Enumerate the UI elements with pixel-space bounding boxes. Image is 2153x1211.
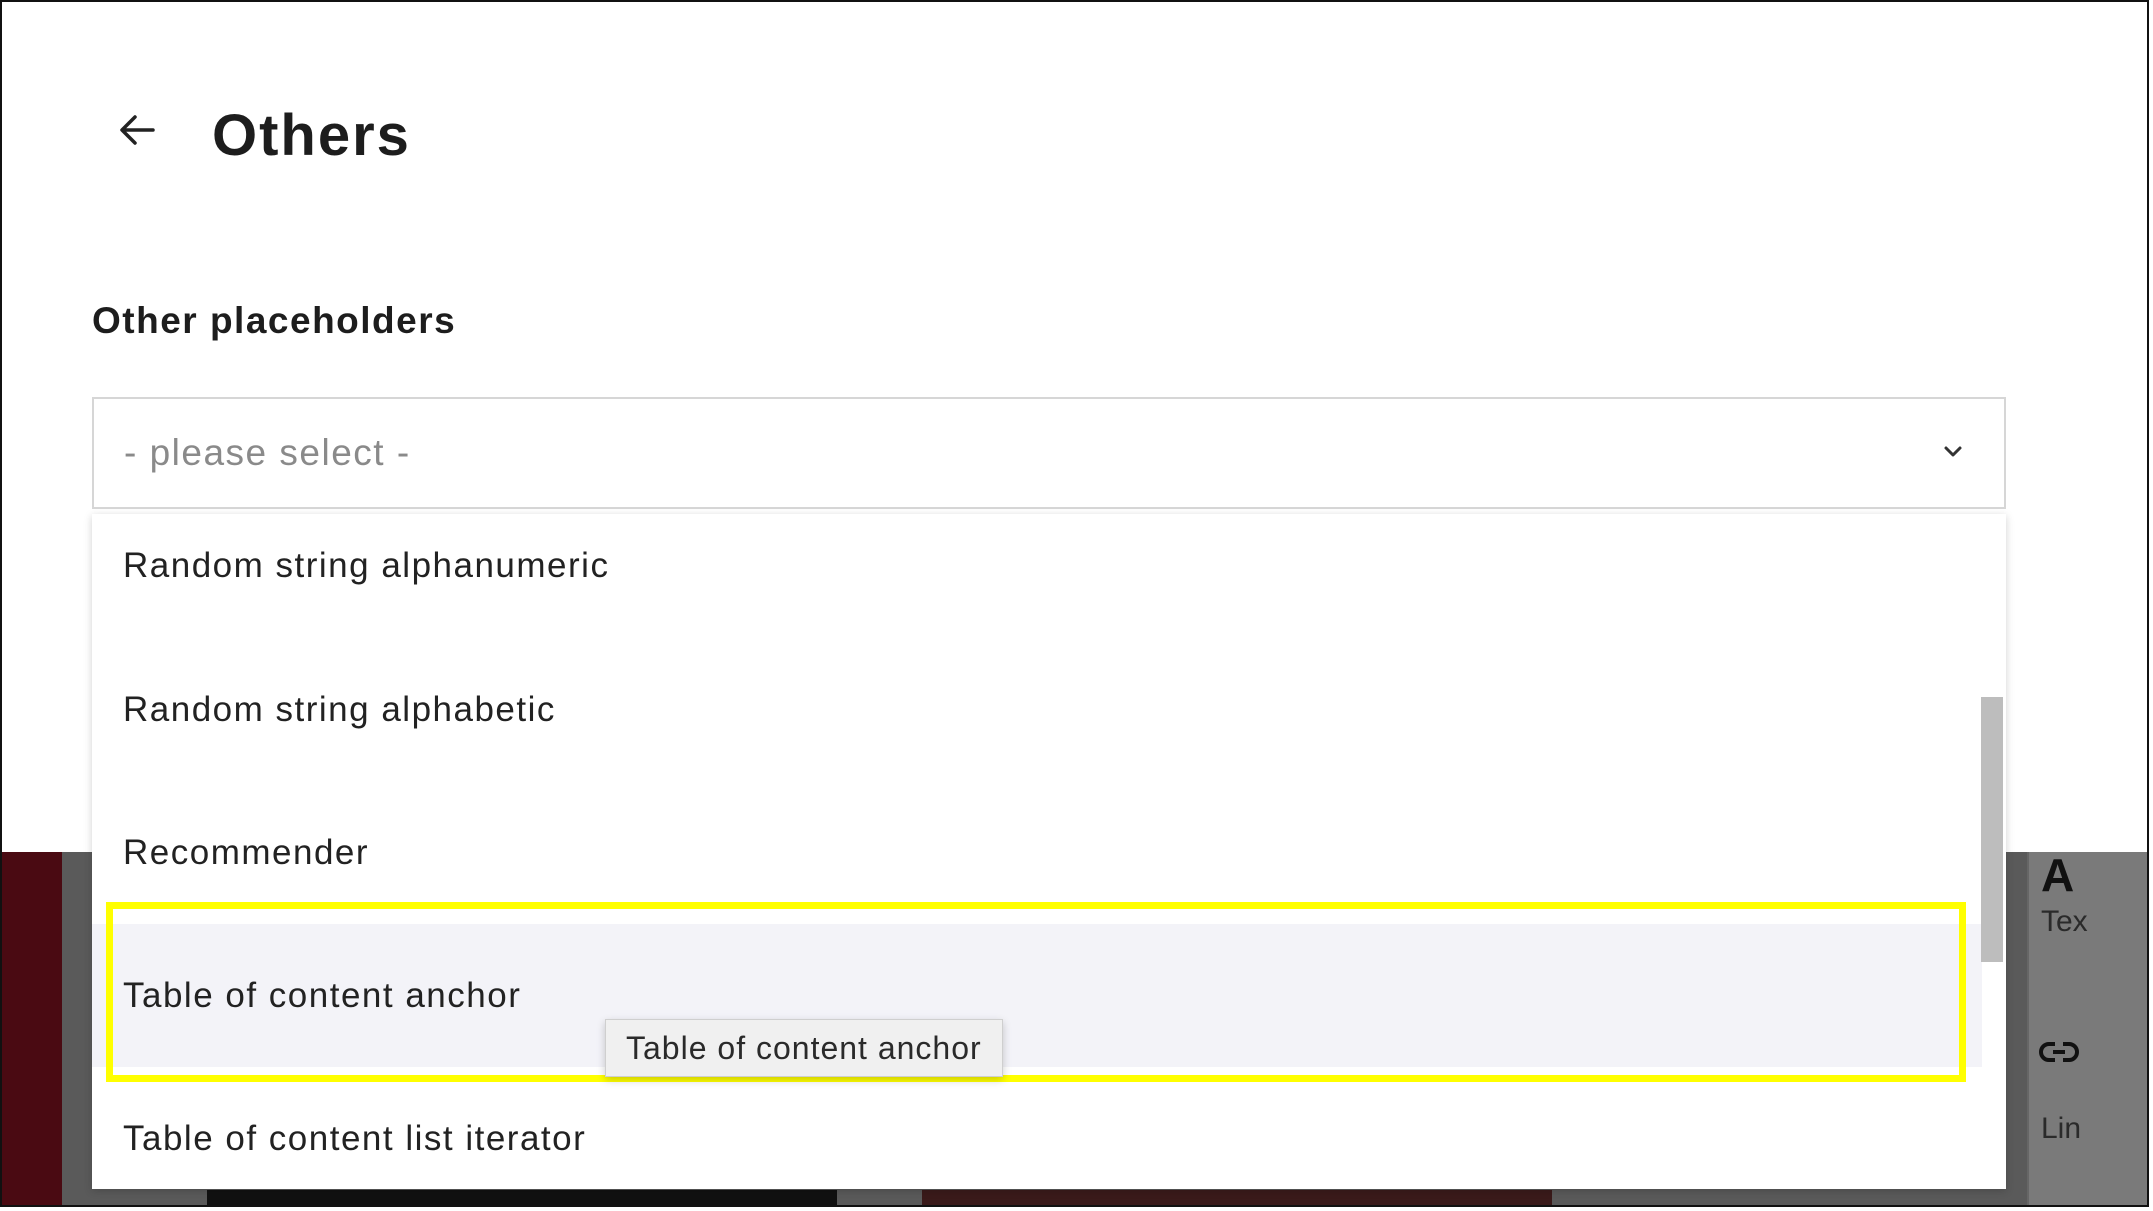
background-panel-text: Lin xyxy=(2041,1112,2082,1145)
background-panel-letter: A xyxy=(2041,849,2075,901)
chevron-down-icon xyxy=(1938,437,1968,467)
select-dropdown-list[interactable]: Random string alphanumeric Random string… xyxy=(92,514,2006,1189)
list-item[interactable]: Recommender xyxy=(92,781,1982,924)
select-placeholder: - please select - xyxy=(124,432,411,473)
background-image-thumbnail xyxy=(207,1190,837,1205)
link-icon xyxy=(2039,1032,2079,1083)
page-title: Others xyxy=(212,103,411,168)
list-item[interactable]: Random string alphabetic xyxy=(92,638,1982,781)
placeholder-select[interactable]: - please select - xyxy=(92,397,2006,509)
background-sidebar xyxy=(2,852,62,1205)
arrow-left-icon xyxy=(117,110,157,155)
page-scrollbar[interactable] xyxy=(2132,2,2147,852)
section-label: Other placeholders xyxy=(92,300,457,341)
tooltip: Table of content anchor xyxy=(605,1019,1003,1077)
back-button[interactable] xyxy=(112,107,162,157)
background-panel-text: Tex xyxy=(2041,905,2088,938)
dropdown-scrollbar-thumb[interactable] xyxy=(1981,697,2003,962)
list-item-hovered[interactable]: Table of content anchor xyxy=(92,924,1982,1067)
background-right-panel: A Tex Lin xyxy=(2027,849,2147,1205)
list-item[interactable]: Table of content list iterator xyxy=(92,1067,1982,1189)
page-frame: A Tex Lin Others Other placeholders - pl… xyxy=(0,0,2149,1207)
list-item[interactable]: Random string alphanumeric xyxy=(92,514,1982,637)
background-image-thumbnail xyxy=(922,1190,1552,1205)
